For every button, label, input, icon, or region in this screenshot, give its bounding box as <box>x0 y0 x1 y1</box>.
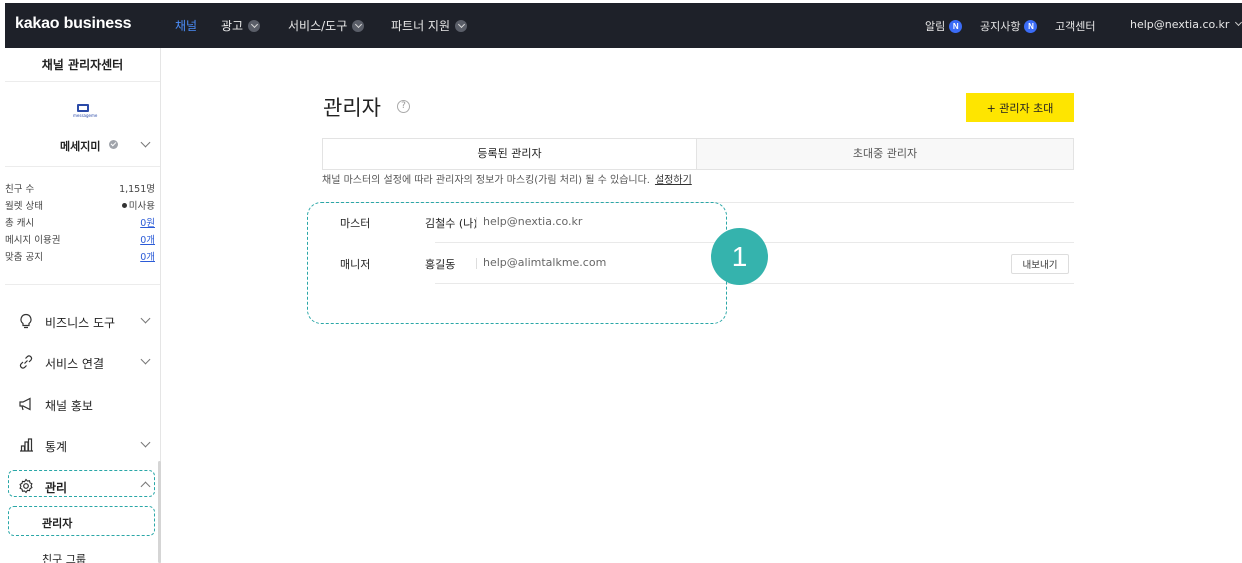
notice-text: 채널 마스터의 설정에 따라 관리자의 정보가 마스킹(가림 처리) 될 수 있… <box>322 175 650 186</box>
chevron-down-icon <box>248 19 261 32</box>
divider <box>5 284 160 285</box>
highlight-admin-list <box>307 202 727 324</box>
stat-key: 총 캐시 <box>5 218 35 229</box>
stat-key: 월렛 상태 <box>5 201 43 212</box>
stat-wallet: 월렛 상태 미사용 <box>5 198 160 213</box>
admin-tabs: 등록된 관리자 초대중 관리자 <box>322 138 1074 170</box>
step-number-badge: 1 <box>711 228 768 285</box>
channel-name: 메세지미 <box>60 140 101 153</box>
stat-key: 메시지 이용권 <box>5 235 61 246</box>
stat-friends: 친구 수 1,151명 <box>5 181 160 196</box>
chevron-down-icon <box>140 137 151 148</box>
stat-key: 친구 수 <box>5 184 35 195</box>
bar-chart-icon <box>20 438 33 452</box>
nav-partner-label: 파트너 지원 <box>391 19 451 33</box>
stat-cash: 총 캐시 0원 <box>5 215 160 230</box>
page-title: 관리자 <box>323 96 381 120</box>
chevron-down-icon <box>140 437 151 448</box>
sidebar-item-label: 통계 <box>45 440 68 454</box>
nav-channel-label: 채널 <box>175 19 198 33</box>
stat-custom-notice: 맞춤 공지 0개 <box>5 249 160 264</box>
chevron-down-icon <box>352 19 365 32</box>
nav-ads[interactable]: 광고 <box>221 17 261 34</box>
chevron-down-icon <box>455 19 468 32</box>
chevron-down-icon <box>140 313 151 324</box>
sidebar-item-label: 채널 홍보 <box>45 399 93 413</box>
support-label: 고객센터 <box>1055 20 1096 33</box>
sidebar-item-service-connect[interactable]: 서비스 연결 <box>15 352 155 374</box>
nav-ads-label: 광고 <box>221 19 244 33</box>
remove-admin-button[interactable]: 내보내기 <box>1011 254 1069 274</box>
sidebar-item-label: 비즈니스 도구 <box>45 316 116 330</box>
message-icon <box>77 104 89 112</box>
alerts-link[interactable]: 알림 N <box>925 18 963 34</box>
megaphone-icon <box>19 397 31 411</box>
stat-value-wallet: 미사용 <box>121 198 155 212</box>
settings-link[interactable]: 설정하기 <box>655 175 692 186</box>
nav-partner-support[interactable]: 파트너 지원 <box>391 17 468 34</box>
nav-services-label: 서비스/도구 <box>288 19 348 33</box>
notices-label: 공지사항 <box>980 20 1021 33</box>
new-badge: N <box>1024 19 1038 33</box>
kakao-business-logo[interactable]: kakao business <box>15 15 132 33</box>
alerts-label: 알림 <box>925 20 946 33</box>
stat-value: 1,151명 <box>119 184 155 195</box>
nav-channel[interactable]: 채널 <box>175 17 197 34</box>
chevron-down-icon <box>140 354 151 365</box>
app-frame: kakao business 채널 광고 서비스/도구 파트너 지원 알림 N 공… <box>5 0 1242 563</box>
sidebar-subitem-label: 친구 그룹 <box>42 553 86 563</box>
link-icon <box>19 355 33 369</box>
nav-services-tools[interactable]: 서비스/도구 <box>288 17 365 34</box>
channel-selector[interactable]: 메세지미 <box>5 136 160 156</box>
chevron-down-icon <box>1235 18 1242 27</box>
sidebar-item-business-tools[interactable]: 비즈니스 도구 <box>15 311 155 333</box>
wallet-status: 미사용 <box>128 201 155 212</box>
sidebar-title: 채널 관리자센터 <box>5 48 160 82</box>
sidebar-item-label: 서비스 연결 <box>45 357 105 371</box>
masking-notice: 채널 마스터의 설정에 따라 관리자의 정보가 마스킹(가림 처리) 될 수 있… <box>322 171 692 186</box>
highlight-admins <box>8 506 155 536</box>
tab-pending-admins[interactable]: 초대중 관리자 <box>697 139 1073 169</box>
stat-message-credit: 메시지 이용권 0개 <box>5 232 160 247</box>
sidebar-item-statistics[interactable]: 통계 <box>15 435 155 457</box>
notices-link[interactable]: 공지사항 N <box>980 18 1038 34</box>
divider <box>5 166 160 167</box>
invite-admin-button[interactable]: + 관리자 초대 <box>966 93 1074 122</box>
help-icon[interactable]: ? <box>397 100 410 113</box>
support-link[interactable]: 고객센터 <box>1055 18 1095 34</box>
lightbulb-icon <box>20 313 32 329</box>
custom-notice-link[interactable]: 0개 <box>140 249 155 263</box>
account-email: help@nextia.co.kr <box>1130 18 1230 31</box>
highlight-management <box>8 470 155 497</box>
stat-key: 맞춤 공지 <box>5 252 43 263</box>
channel-logo: messageme <box>73 104 98 120</box>
cash-link[interactable]: 0원 <box>140 215 155 229</box>
status-dot-icon <box>121 203 127 208</box>
account-menu[interactable]: help@nextia.co.kr <box>1130 18 1242 31</box>
sidebar-item-channel-promo[interactable]: 채널 홍보 <box>15 394 155 416</box>
sidebar-scrollbar[interactable] <box>158 461 161 563</box>
top-navigation-bar: kakao business 채널 광고 서비스/도구 파트너 지원 알림 N 공… <box>5 3 1242 48</box>
new-badge: N <box>949 19 963 33</box>
message-credit-link[interactable]: 0개 <box>140 232 155 246</box>
verified-icon <box>109 140 118 149</box>
channel-logo-text: messageme <box>73 113 98 118</box>
tab-registered-admins[interactable]: 등록된 관리자 <box>323 139 697 169</box>
